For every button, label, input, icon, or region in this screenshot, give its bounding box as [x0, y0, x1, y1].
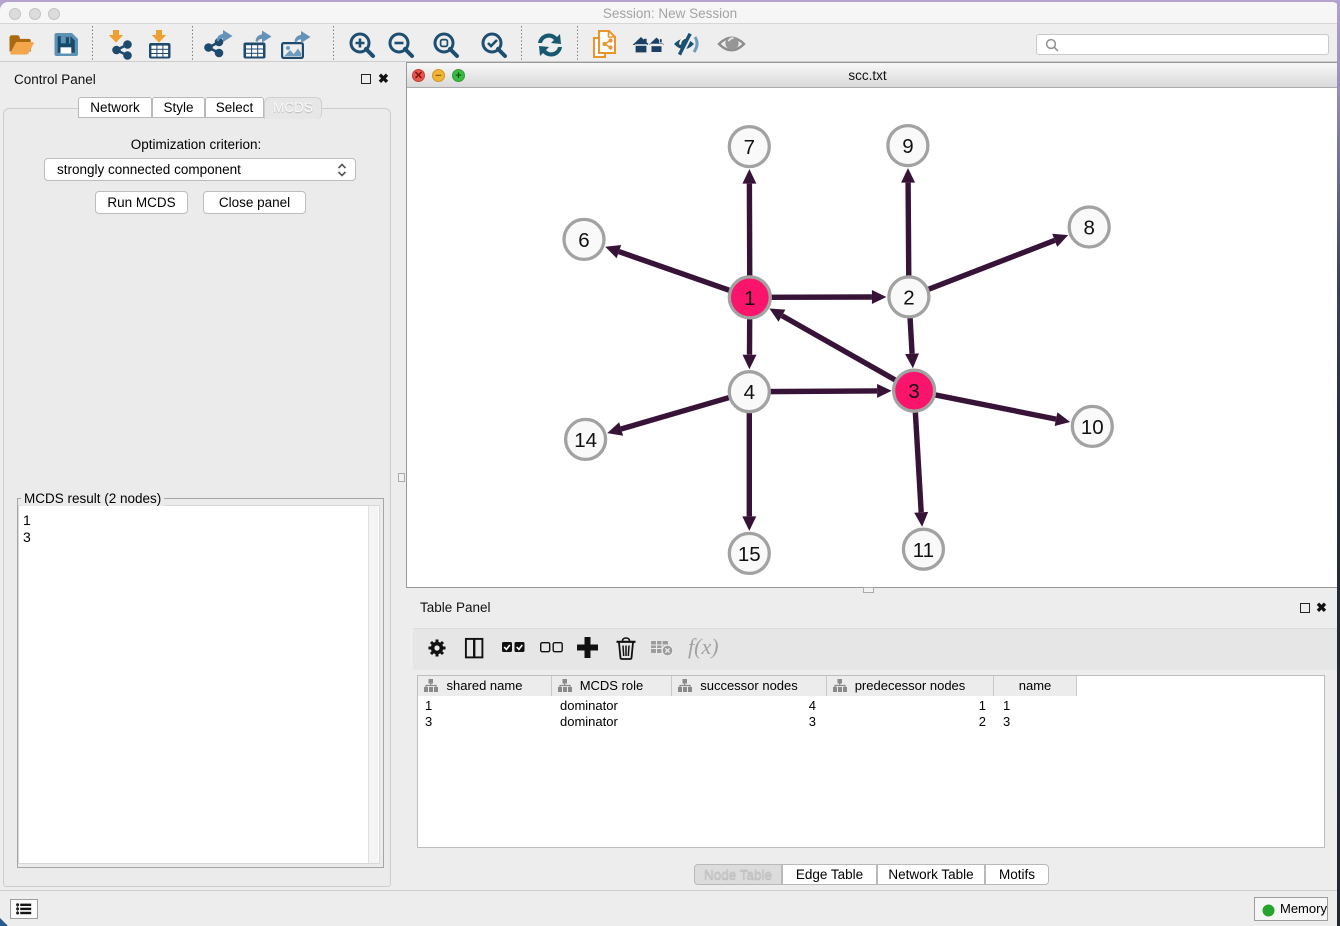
svg-text:9: 9: [902, 135, 913, 158]
svg-text:6: 6: [578, 229, 589, 252]
svg-text:4: 4: [744, 381, 755, 404]
svg-text:14: 14: [574, 429, 597, 452]
svg-text:1: 1: [744, 287, 755, 310]
svg-text:11: 11: [913, 539, 934, 562]
svg-text:10: 10: [1081, 416, 1104, 439]
svg-text:f(x): f(x): [688, 634, 719, 659]
svg-text:3: 3: [908, 380, 919, 403]
svg-text:15: 15: [738, 543, 761, 566]
svg-text:2: 2: [903, 287, 914, 310]
svg-text:8: 8: [1083, 217, 1094, 240]
svg-text:7: 7: [744, 136, 755, 159]
